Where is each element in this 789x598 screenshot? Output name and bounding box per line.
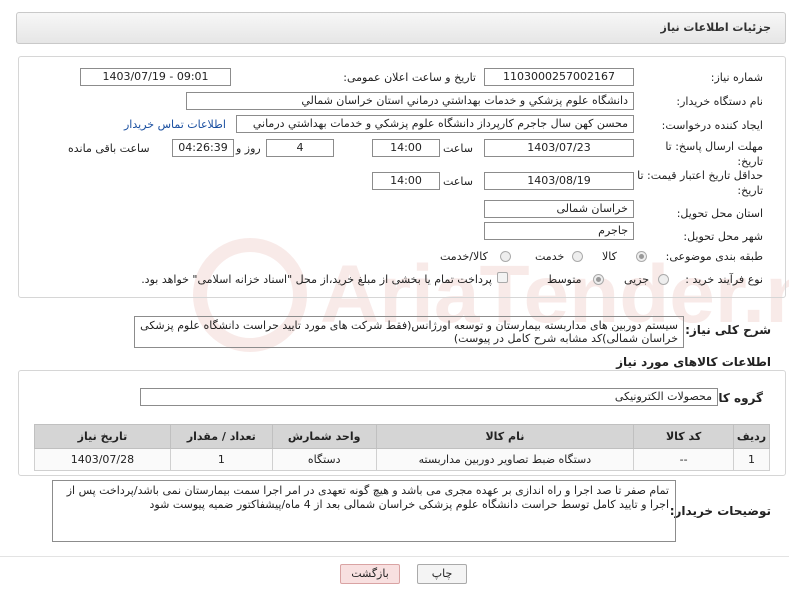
category-option-goods-service: کالا/خدمت	[440, 250, 488, 263]
treasury-payment-note: پرداخت تمام یا بخشی از مبلغ خرید،از محل …	[141, 273, 492, 286]
buyer-notes-label: توضیحات خریدار:	[669, 504, 771, 518]
col-date-header: تاریخ نیاز	[34, 424, 171, 449]
need-number-label: شماره نیاز:	[710, 71, 763, 84]
col-qty-header: تعداد / مقدار	[169, 424, 273, 449]
treasury-payment-checkbox[interactable]	[497, 272, 508, 283]
table-row: 1 -- دستگاه ضبط تصاویر دوربین مداربسته د…	[34, 448, 770, 471]
creator-field: محسن کهن سال جاجرم کارپرداز دانشگاه علوم…	[236, 115, 634, 133]
goods-table-header: ردیف کد کالا نام کالا واحد شمارش تعداد /…	[34, 424, 770, 449]
deadline-time-field: 14:00	[372, 139, 440, 157]
days-remaining-field: 4	[266, 139, 334, 157]
time-remaining-label: ساعت باقی مانده	[68, 142, 150, 155]
goods-table: ردیف کد کالا نام کالا واحد شمارش تعداد /…	[34, 424, 770, 471]
buyer-notes-text: تمام صفر تا صد اجرا و راه اندازی بر عهده…	[52, 480, 676, 542]
process-radio-medium[interactable]	[593, 274, 604, 285]
cell-row: 1	[733, 448, 770, 471]
category-option-service: خدمت	[535, 250, 565, 263]
back-button[interactable]: بازگشت	[340, 564, 400, 584]
deadline-label: مهلت ارسال پاسخ: تا تاریخ:	[665, 140, 763, 168]
province-field: خراسان شمالی	[484, 200, 634, 218]
cell-code: --	[633, 448, 735, 471]
validity-date-field: 1403/08/19	[484, 172, 634, 190]
cell-date: 1403/07/28	[34, 448, 171, 471]
cell-unit: دستگاه	[271, 448, 377, 471]
process-option-minor: جزیی	[624, 273, 650, 286]
page-header: جزئیات اطلاعات نیاز	[16, 12, 786, 44]
process-radio-minor[interactable]	[658, 274, 669, 285]
city-label: شهر محل تحویل:	[683, 230, 763, 243]
buyer-field: دانشگاه علوم پزشكي و خدمات بهداشتي درمان…	[186, 92, 634, 110]
goods-group-field: محصولات الکترونیکی	[140, 388, 718, 406]
deadline-time-label: ساعت	[443, 142, 473, 155]
city-field: جاجرم	[484, 222, 634, 240]
cell-qty: 1	[169, 448, 273, 471]
need-number-field: 1103000257002167	[484, 68, 634, 86]
category-option-goods: کالا	[602, 250, 617, 263]
days-label: روز و	[236, 142, 261, 155]
category-label: طبقه بندی موضوعی:	[665, 250, 763, 263]
col-name-header: نام کالا	[375, 424, 635, 449]
process-label: نوع فرآیند خرید :	[685, 273, 763, 286]
announce-field: 1403/07/19 - 09:01	[80, 68, 231, 86]
col-row-header: ردیف	[733, 424, 770, 449]
announce-label: تاریخ و ساعت اعلان عمومی:	[343, 71, 476, 84]
summary-label: شرح کلی نیاز:	[685, 323, 771, 337]
category-radio-goods[interactable]	[636, 251, 647, 262]
category-radio-goods-service[interactable]	[500, 251, 511, 262]
goods-section-title: اطلاعات کالاهای مورد نیاز	[616, 355, 771, 369]
creator-label: ایجاد کننده درخواست:	[661, 119, 763, 132]
process-option-medium: متوسط	[547, 273, 582, 286]
validity-time-label: ساعت	[443, 175, 473, 188]
time-remaining-field: 04:26:39	[172, 139, 234, 157]
col-code-header: کد کالا	[633, 424, 735, 449]
print-button[interactable]: چاپ	[417, 564, 467, 584]
buyer-contact-link[interactable]: اطلاعات تماس خریدار	[124, 118, 226, 131]
validity-label: حداقل تاریخ اعتبار قیمت: تا تاریخ:	[637, 169, 763, 197]
validity-time-field: 14:00	[372, 172, 440, 190]
category-radio-service[interactable]	[572, 251, 583, 262]
buyer-label: نام دستگاه خریدار:	[676, 95, 763, 108]
summary-text: سیستم دوربین های مداربسته بیمارستان و تو…	[134, 316, 684, 348]
province-label: استان محل تحویل:	[676, 207, 763, 220]
goods-table-wrap: ردیف کد کالا نام کالا واحد شمارش تعداد /…	[34, 424, 770, 471]
col-unit-header: واحد شمارش	[271, 424, 377, 449]
cell-name: دستگاه ضبط تصاویر دوربین مداربسته	[375, 448, 635, 471]
deadline-date-field: 1403/07/23	[484, 139, 634, 157]
page-title: جزئیات اطلاعات نیاز	[660, 21, 772, 34]
